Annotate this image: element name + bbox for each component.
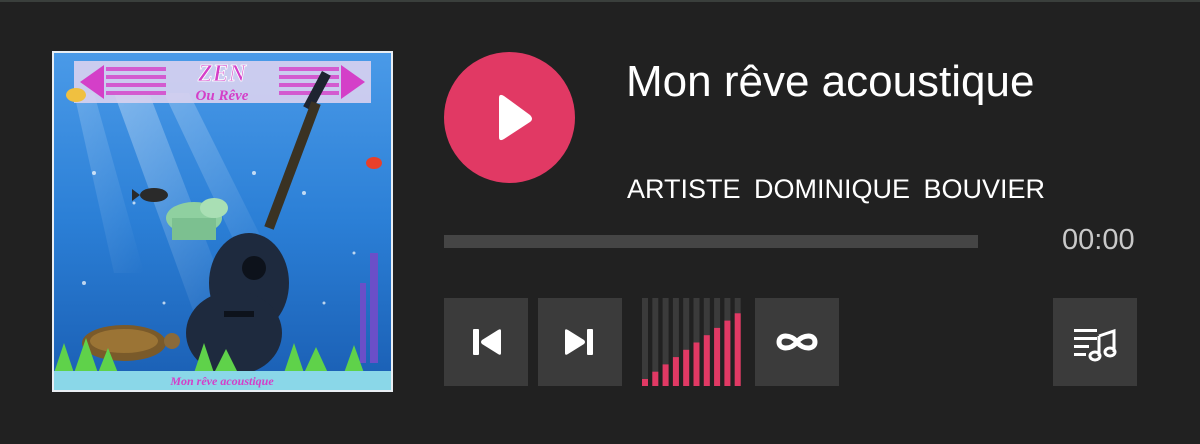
repeat-button[interactable] bbox=[755, 298, 839, 386]
volume-bar bbox=[703, 335, 710, 386]
volume-bar bbox=[683, 349, 690, 386]
volume-bar bbox=[652, 371, 659, 386]
cover-banner-subtitle: Ou Rêve bbox=[196, 88, 249, 104]
repeat-infinity-icon bbox=[776, 333, 818, 351]
next-button[interactable] bbox=[538, 298, 622, 386]
cover-caption: Mon rêve acoustique bbox=[169, 374, 274, 388]
volume-bar bbox=[714, 327, 721, 386]
volume-bar bbox=[642, 379, 648, 386]
album-cover: ZEN Ou Rêve Mon rêve acoustique bbox=[52, 51, 393, 392]
artist-name: ARTISTE DOMINIQUE BOUVIER bbox=[627, 174, 1046, 204]
time-readout: 00:00 bbox=[1062, 224, 1135, 256]
volume-bar bbox=[724, 320, 731, 386]
skip-next-icon bbox=[565, 329, 593, 355]
volume-bar bbox=[672, 357, 679, 386]
volume-bar bbox=[693, 342, 700, 386]
skip-previous-icon bbox=[473, 329, 501, 355]
volume-bar-track bbox=[642, 298, 648, 386]
track-title: Mon rêve acoustique bbox=[626, 57, 1035, 106]
volume-bar bbox=[734, 313, 741, 386]
volume-meter[interactable] bbox=[632, 298, 745, 386]
play-icon bbox=[499, 94, 532, 141]
playlist-music-icon bbox=[1074, 328, 1117, 362]
top-divider bbox=[0, 0, 1200, 2]
playlist-button[interactable] bbox=[1053, 298, 1137, 386]
play-button[interactable] bbox=[444, 52, 575, 183]
progress-bar[interactable] bbox=[444, 235, 978, 248]
volume-bar bbox=[662, 364, 669, 386]
album-cover-art: ZEN Ou Rêve Mon rêve acoustique bbox=[54, 53, 391, 390]
volume-bars bbox=[642, 298, 741, 386]
previous-button[interactable] bbox=[444, 298, 528, 386]
cover-banner-title: ZEN bbox=[197, 61, 248, 87]
